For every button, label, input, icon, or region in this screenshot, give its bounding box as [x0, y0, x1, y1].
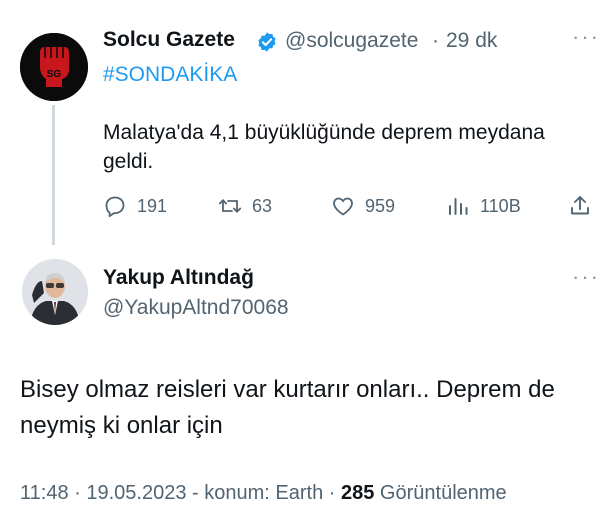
reply-icon [105, 196, 125, 217]
thread-line [52, 105, 55, 245]
separator-dot: · [323, 482, 341, 504]
like-count: 959 [365, 195, 396, 216]
retweet-button[interactable]: 63 [218, 193, 272, 219]
share-button[interactable] [568, 193, 592, 219]
tweet-time[interactable]: 29 dk [446, 29, 497, 53]
reply-count: 191 [137, 195, 168, 216]
fist-logo-icon: SG [20, 33, 88, 101]
tweet-date[interactable]: 19.05.2023 [86, 482, 186, 504]
yakup-altindag-avatar[interactable] [22, 259, 88, 325]
views-count: 285 [340, 482, 375, 504]
like-icon [333, 197, 353, 216]
solcu-gazete-avatar[interactable]: SG [20, 33, 88, 101]
hashtag-link[interactable]: #SONDAKİKA [103, 63, 237, 87]
more-icon[interactable]: ··· [572, 26, 600, 48]
author-handle[interactable]: @solcugazete [285, 29, 418, 53]
author-name[interactable]: Solcu Gazete [103, 28, 235, 52]
tweet-text: Malatya'da 4,1 büyüklüğünde deprem meyda… [103, 121, 545, 173]
author-name[interactable]: Yakup Altındağ [103, 266, 254, 290]
retweet-icon [218, 199, 242, 213]
verified-badge-icon [258, 32, 276, 52]
svg-text:SG: SG [47, 69, 62, 80]
tweet-meta: 11:48 · 19.05.2023 - konum: Earth · 285 … [20, 482, 507, 505]
views-count: 110B [480, 195, 521, 216]
tweet-location: konum: Earth [204, 482, 324, 504]
separator-dot: · [432, 29, 439, 52]
retweet-count: 63 [252, 195, 273, 216]
share-icon [571, 196, 589, 215]
reply-button[interactable]: 191 [103, 193, 167, 219]
author-handle[interactable]: @YakupAltnd70068 [103, 296, 289, 320]
tweet-text: Bisey olmaz reisleri var kurtarır onları… [20, 376, 555, 439]
more-icon[interactable]: ··· [572, 266, 600, 288]
views-label: Görüntülenme [379, 482, 507, 504]
person-photo-icon [22, 259, 88, 325]
separator-dot: · [68, 482, 87, 504]
views-icon [449, 198, 468, 215]
views-button[interactable]: 110B [446, 193, 521, 219]
tweet-time[interactable]: 11:48 [20, 482, 69, 504]
separator-dash: - [186, 482, 205, 504]
like-button[interactable]: 959 [331, 193, 395, 219]
